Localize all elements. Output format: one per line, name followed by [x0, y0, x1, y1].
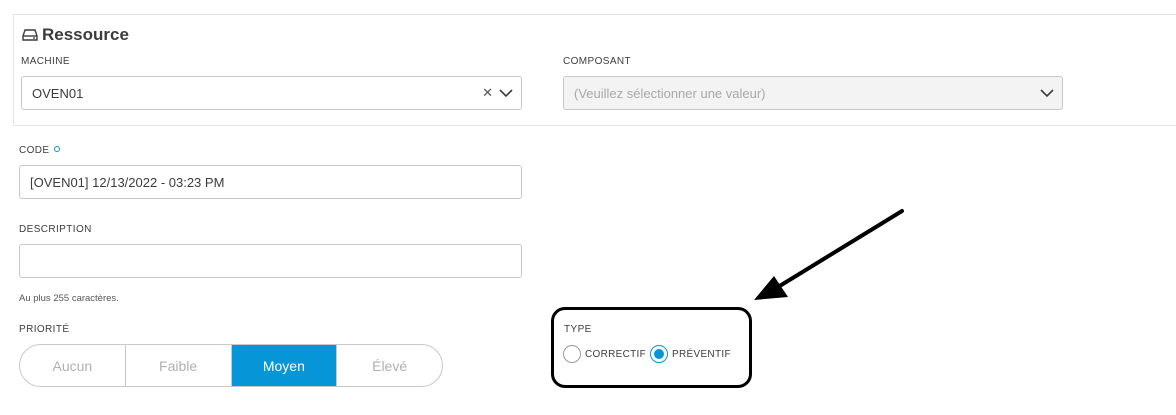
annotation-arrow	[754, 209, 904, 300]
